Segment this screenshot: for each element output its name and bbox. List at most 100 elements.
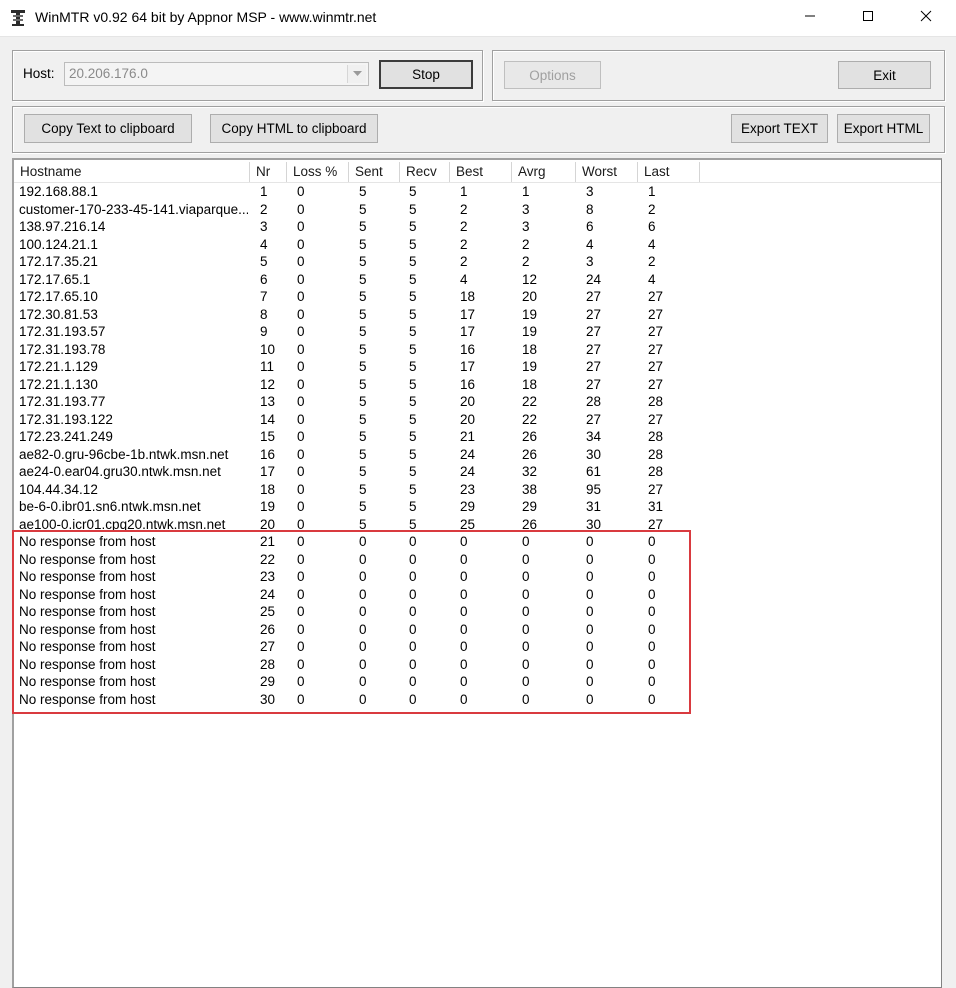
cell-recv: 0: [409, 674, 417, 689]
table-row[interactable]: No response from host 23 0 0 0 0 0 0 0: [14, 568, 714, 586]
table-row[interactable]: 172.21.1.129 11 0 5 5 17 19 27 27: [14, 358, 714, 376]
column-header-avrg[interactable]: Avrg: [512, 162, 576, 182]
table-row[interactable]: No response from host 25 0 0 0 0 0 0 0: [14, 603, 714, 621]
cell-nr: 20: [260, 516, 276, 532]
cell-worst: 31: [586, 499, 602, 514]
column-header-last[interactable]: Last: [638, 162, 700, 182]
cell-sent: 5: [359, 429, 367, 444]
table-row[interactable]: No response from host 28 0 0 0 0 0 0 0: [14, 656, 714, 674]
column-header-best[interactable]: Best: [450, 162, 512, 182]
cell-hostname: 172.21.1.129: [19, 359, 98, 374]
column-header-worst[interactable]: Worst: [576, 162, 638, 182]
cell-recv: 5: [409, 411, 417, 427]
table-row[interactable]: No response from host 21 0 0 0 0 0 0 0: [14, 533, 714, 551]
maximize-button[interactable]: [839, 0, 897, 34]
cell-hostname: No response from host: [19, 586, 156, 602]
cell-loss: 0: [297, 691, 305, 707]
exit-button[interactable]: Exit: [838, 61, 931, 89]
table-row[interactable]: No response from host 26 0 0 0 0 0 0 0: [14, 621, 714, 639]
stop-button[interactable]: Stop: [379, 60, 473, 89]
cell-worst: 0: [586, 551, 594, 567]
cell-worst: 34: [586, 429, 602, 444]
cell-sent: 0: [359, 551, 367, 567]
table-row[interactable]: 104.44.34.12 18 0 5 5 23 38 95 27: [14, 481, 714, 499]
cell-nr: 18: [260, 481, 276, 497]
cell-last: 0: [648, 551, 656, 567]
close-button[interactable]: [897, 0, 955, 34]
minimize-button[interactable]: [781, 0, 839, 34]
table-row[interactable]: No response from host 24 0 0 0 0 0 0 0: [14, 586, 714, 604]
cell-last: 0: [648, 534, 656, 549]
host-combobox[interactable]: 20.206.176.0: [64, 62, 369, 86]
cell-hostname: ae82-0.gru-96cbe-1b.ntwk.msn.net: [19, 446, 229, 462]
trace-results-table[interactable]: Hostname Nr Loss % Sent Recv Best Avrg Worst Las…: [12, 158, 942, 988]
cell-avrg: 26: [522, 516, 538, 532]
cell-avrg: 26: [522, 446, 538, 462]
cell-worst: 0: [586, 604, 594, 619]
table-row[interactable]: No response from host 22 0 0 0 0 0 0 0: [14, 551, 714, 569]
chevron-down-icon[interactable]: [347, 65, 366, 83]
table-row[interactable]: 172.31.193.122 14 0 5 5 20 22 27 27: [14, 411, 714, 429]
cell-hostname: 172.17.35.21: [19, 254, 98, 269]
column-header-nr[interactable]: Nr: [250, 162, 287, 182]
cell-best: 24: [460, 464, 476, 479]
cell-recv: 5: [409, 184, 417, 199]
table-row[interactable]: 192.168.88.1 1 0 5 5 1 1 3 1: [14, 183, 714, 201]
table-row[interactable]: No response from host 29 0 0 0 0 0 0 0: [14, 673, 714, 691]
table-row[interactable]: 172.31.193.57 9 0 5 5 17 19 27 27: [14, 323, 714, 341]
table-row[interactable]: No response from host 30 0 0 0 0 0 0 0: [14, 691, 714, 709]
table-row[interactable]: be-6-0.ibr01.sn6.ntwk.msn.net 19 0 5 5 29 29 31…: [14, 498, 714, 516]
cell-loss: 0: [297, 639, 305, 654]
cell-sent: 5: [359, 516, 367, 532]
table-row[interactable]: 172.17.35.21 5 0 5 5 2 2 3 2: [14, 253, 714, 271]
table-row[interactable]: 138.97.216.14 3 0 5 5 2 3 6 6: [14, 218, 714, 236]
table-row[interactable]: 172.17.65.1 6 0 5 5 4 12 24 4: [14, 271, 714, 289]
cell-best: 21: [460, 429, 476, 444]
copy-html-button[interactable]: Copy HTML to clipboard: [210, 114, 378, 143]
table-row[interactable]: 172.17.65.10 7 0 5 5 18 20 27 27: [14, 288, 714, 306]
table-row[interactable]: 172.23.241.249 15 0 5 5 21 26 34 28: [14, 428, 714, 446]
column-header-sent[interactable]: Sent: [349, 162, 400, 182]
cell-sent: 5: [359, 394, 367, 409]
table-row[interactable]: 172.31.193.78 10 0 5 5 16 18 27 27: [14, 341, 714, 359]
cell-nr: 28: [260, 656, 276, 672]
table-row[interactable]: ae82-0.gru-96cbe-1b.ntwk.msn.net 16 0 5 5 24 2…: [14, 446, 714, 464]
cell-avrg: 19: [522, 359, 538, 374]
table-row[interactable]: ae100-0.icr01.cpq20.ntwk.msn.net 20 0 5 5 25 2…: [14, 516, 714, 534]
cell-nr: 5: [260, 254, 268, 269]
table-row[interactable]: No response from host 27 0 0 0 0 0 0 0: [14, 638, 714, 656]
cell-hostname: No response from host: [19, 604, 156, 619]
cell-nr: 1: [260, 184, 268, 199]
cell-best: 17: [460, 324, 476, 339]
cell-nr: 30: [260, 691, 276, 707]
title-bar: WinMTR v0.92 64 bit by Appnor MSP - www.…: [0, 0, 956, 37]
cell-worst: 27: [586, 341, 602, 357]
cell-last: 28: [648, 429, 664, 444]
table-row[interactable]: 172.31.193.77 13 0 5 5 20 22 28 28: [14, 393, 714, 411]
cell-worst: 27: [586, 359, 602, 374]
cell-nr: 11: [260, 359, 275, 374]
cell-loss: 0: [297, 446, 305, 462]
cell-best: 1: [460, 184, 468, 199]
table-row[interactable]: customer-170-233-45-141.viaparque.... 2 0 5…: [14, 201, 714, 219]
cell-recv: 0: [409, 569, 417, 584]
table-row[interactable]: 172.21.1.130 12 0 5 5 16 18 27 27: [14, 376, 714, 394]
export-text-button[interactable]: Export TEXT: [731, 114, 828, 143]
export-html-button[interactable]: Export HTML: [837, 114, 930, 143]
cell-avrg: 0: [522, 569, 530, 584]
cell-sent: 0: [359, 604, 367, 619]
cell-last: 27: [648, 376, 664, 392]
table-row[interactable]: 172.30.81.53 8 0 5 5 17 19 27 27: [14, 306, 714, 324]
copy-text-button[interactable]: Copy Text to clipboard: [24, 114, 192, 143]
column-header-recv[interactable]: Recv: [400, 162, 450, 182]
table-row[interactable]: 100.124.21.1 4 0 5 5 2 2 4 4: [14, 236, 714, 254]
options-button[interactable]: Options: [504, 61, 601, 89]
cell-hostname: 172.30.81.53: [19, 306, 98, 322]
cell-hostname: 172.31.193.122: [19, 411, 113, 427]
column-header-loss[interactable]: Loss %: [287, 162, 349, 182]
cell-sent: 5: [359, 376, 367, 392]
cell-sent: 0: [359, 569, 367, 584]
cell-last: 2: [648, 201, 656, 217]
table-row[interactable]: ae24-0.ear04.gru30.ntwk.msn.net 17 0 5 5 24 32…: [14, 463, 714, 481]
column-header-hostname[interactable]: Hostname: [14, 162, 250, 182]
